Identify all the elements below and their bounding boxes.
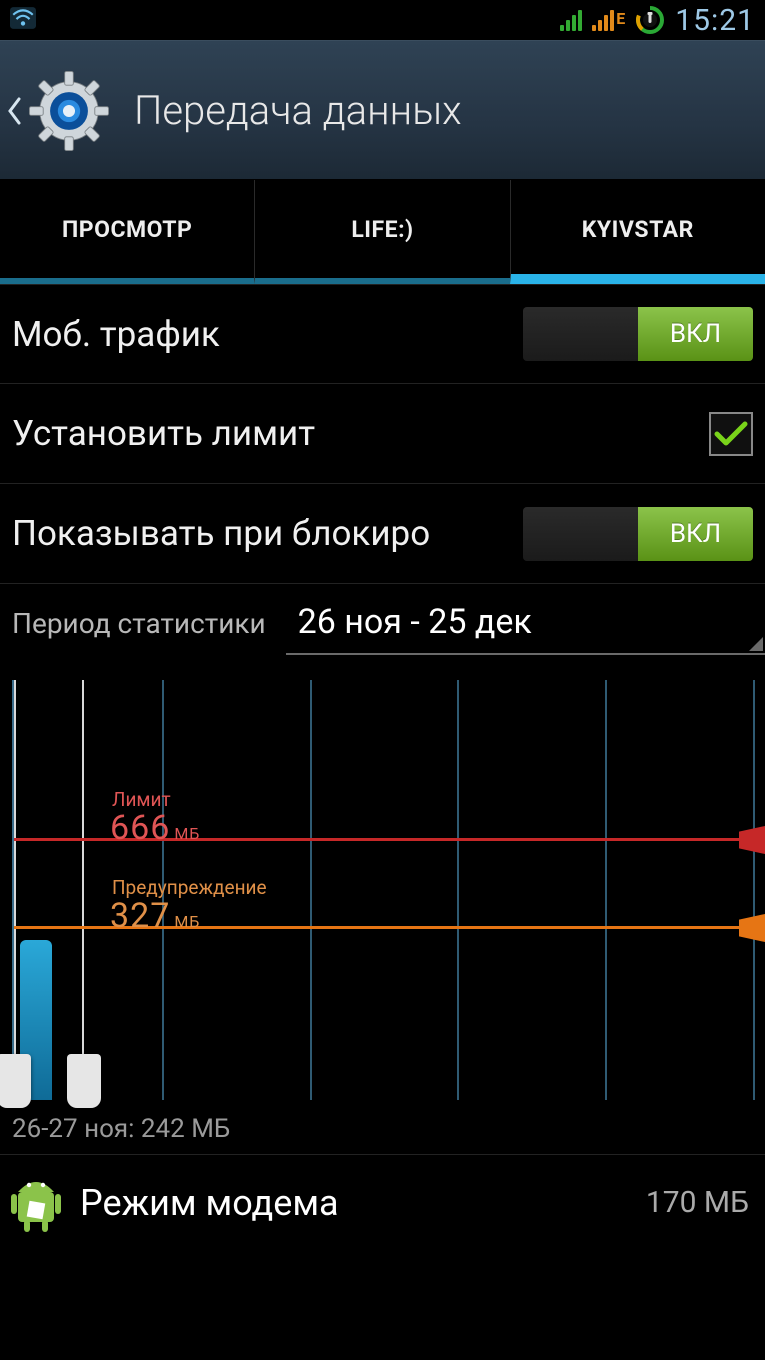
limit-value: 666 МБ — [110, 808, 200, 848]
check-icon — [714, 421, 748, 447]
limit-value-number: 666 — [110, 808, 170, 848]
set-limit-label: Установить лимит — [12, 413, 709, 454]
row-set-limit[interactable]: Установить лимит — [0, 384, 765, 484]
warning-value-unit: МБ — [174, 912, 200, 931]
warning-value-number: 327 — [110, 896, 170, 936]
signal-sim1-icon — [560, 9, 582, 31]
period-value: 26 ноя - 25 дек — [298, 602, 532, 642]
row-show-on-lock: Показывать при блокиро ВКЛ — [0, 484, 765, 584]
data-usage-chart[interactable]: Лимит 666 МБ Предупреждение 327 МБ — [12, 680, 753, 1100]
page-title: Передача данных — [134, 87, 462, 134]
app-usage: 170 МБ — [646, 1185, 749, 1220]
network-type-label: E — [616, 9, 625, 28]
toggle-off-track — [523, 307, 638, 361]
android-icon — [10, 1174, 62, 1232]
settings-gear-icon — [24, 66, 114, 156]
show-on-lock-toggle[interactable]: ВКЛ — [523, 507, 753, 561]
status-right: E 15:21 — [560, 3, 755, 38]
back-icon[interactable] — [4, 89, 24, 133]
title-bar[interactable]: Передача данных — [0, 40, 765, 180]
mobile-data-toggle[interactable]: ВКЛ — [523, 307, 753, 361]
range-handle-left[interactable] — [0, 1054, 31, 1108]
status-bar: E 15:21 — [0, 0, 765, 40]
tabs: ПРОСМОТР LIFE:) KYIVSTAR — [0, 180, 765, 284]
toggle-on-knob: ВКЛ — [638, 507, 753, 561]
period-select[interactable]: 26 ноя - 25 дек — [286, 591, 765, 655]
status-left — [10, 7, 36, 33]
mobile-data-label: Моб. трафик — [12, 314, 523, 355]
signal-sim2-icon: E — [592, 9, 625, 31]
selection-range[interactable] — [14, 680, 84, 1100]
app-row-tethering[interactable]: Режим модема 170 МБ — [0, 1154, 765, 1250]
toggle-off-track — [523, 507, 638, 561]
warning-value: 327 МБ — [110, 896, 200, 936]
wifi-icon — [10, 7, 36, 33]
set-limit-checkbox[interactable] — [709, 412, 753, 456]
tab-kyivstar[interactable]: KYIVSTAR — [510, 180, 765, 284]
tab-life[interactable]: LIFE:) — [254, 180, 509, 284]
show-on-lock-label: Показывать при блокиро — [12, 513, 523, 554]
limit-value-unit: МБ — [174, 824, 200, 843]
range-handle-right[interactable] — [67, 1054, 101, 1108]
clock: 15:21 — [675, 3, 755, 38]
period-label: Период статистики — [12, 607, 266, 640]
row-period: Период статистики 26 ноя - 25 дек — [0, 584, 765, 662]
tab-overview[interactable]: ПРОСМОТР — [0, 180, 254, 284]
toggle-on-knob: ВКЛ — [638, 307, 753, 361]
battery-charging-icon — [635, 5, 665, 35]
selection-summary: 26-27 ноя: 242 МБ — [0, 1108, 765, 1154]
app-name: Режим модема — [80, 1182, 646, 1224]
row-mobile-data: Моб. трафик ВКЛ — [0, 284, 765, 384]
